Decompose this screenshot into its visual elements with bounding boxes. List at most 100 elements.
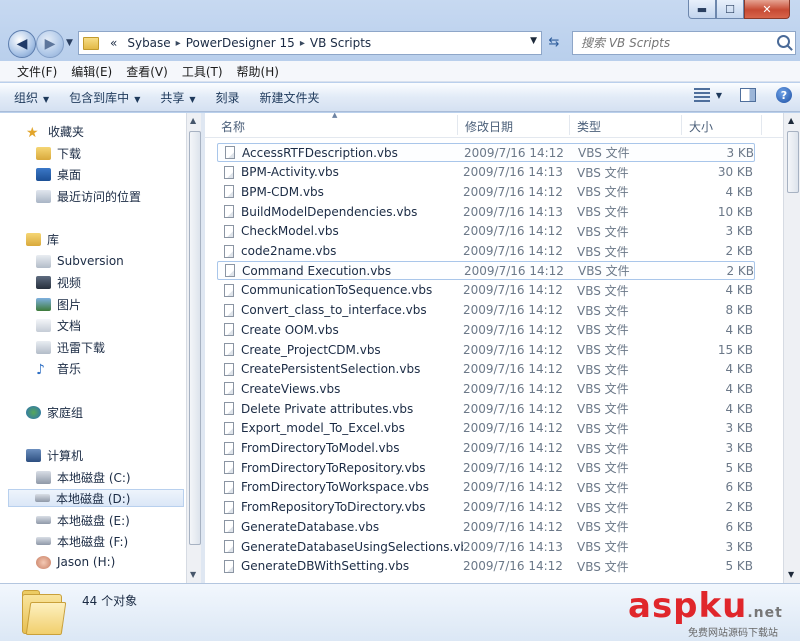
minimize-button[interactable]: ▬: [688, 0, 716, 19]
file-row[interactable]: CommunicationToSequence.vbs 2009/7/16 14:…: [217, 281, 755, 300]
view-controls: ▼ ?: [693, 87, 792, 103]
organize-button[interactable]: 组织 ▼: [14, 89, 49, 106]
recent-pages-dropdown[interactable]: ▼: [66, 38, 73, 48]
nav-item-drive-h[interactable]: Jason (H:): [36, 553, 115, 571]
nav-item-documents[interactable]: 文档: [36, 316, 81, 334]
file-row[interactable]: GenerateDatabase.vbs 2009/7/16 14:12 VBS 文…: [217, 517, 755, 536]
share-button[interactable]: 共享 ▼: [160, 89, 195, 106]
file-list: ▲ 名称 修改日期 类型 大小 AccessRTFDescription.vbs…: [205, 113, 783, 583]
menu-view[interactable]: 查看(V): [119, 63, 175, 80]
maximize-button[interactable]: ☐: [716, 0, 744, 19]
file-row[interactable]: CreateViews.vbs 2009/7/16 14:12 VBS 文件 4 KB: [217, 379, 755, 398]
column-divider[interactable]: [457, 115, 458, 135]
breadcrumb-overflow[interactable]: «: [105, 36, 122, 50]
file-row[interactable]: FromDirectoryToRepository.vbs 2009/7/16 1…: [217, 458, 755, 477]
file-row[interactable]: CreatePersistentSelection.vbs 2009/7/16 1…: [217, 360, 755, 379]
file-type: VBS 文件: [577, 224, 629, 239]
nav-item-drive-d[interactable]: 本地磁盘 (D:): [8, 489, 184, 507]
file-type: VBS 文件: [577, 540, 629, 554]
file-row[interactable]: AccessRTFDescription.vbs 2009/7/16 14:12 V…: [217, 143, 755, 162]
nav-item-music[interactable]: ♪ 音乐: [36, 359, 81, 378]
scroll-down-icon[interactable]: ▼: [788, 570, 794, 579]
address-bar[interactable]: « Sybase ▸ PowerDesigner 15 ▸ VB Scripts…: [78, 31, 542, 55]
column-divider[interactable]: [569, 115, 570, 135]
nav-item-thunder-downloads[interactable]: 迅雷下载: [36, 338, 105, 356]
file-row[interactable]: GenerateDatabaseUsingSelections.vbs 2009/…: [217, 537, 755, 556]
file-row[interactable]: Command Execution.vbs 2009/7/16 14:12 VBS …: [217, 261, 755, 281]
column-date[interactable]: 修改日期: [465, 118, 513, 135]
nav-item-drive-c[interactable]: 本地磁盘 (C:): [36, 468, 131, 486]
include-in-library-button[interactable]: 包含到库中 ▼: [69, 89, 140, 106]
scroll-down-icon[interactable]: ▼: [190, 570, 196, 579]
menu-edit[interactable]: 编辑(E): [64, 63, 119, 80]
chevron-down-icon[interactable]: ▼: [530, 36, 537, 46]
menu-help[interactable]: 帮助(H): [230, 63, 286, 80]
view-options-icon[interactable]: [693, 88, 710, 102]
breadcrumb-sybase[interactable]: Sybase: [122, 36, 175, 50]
menu-tools[interactable]: 工具(T): [175, 63, 230, 80]
new-folder-button[interactable]: 新建文件夹: [260, 89, 320, 106]
pictures-icon: [36, 297, 51, 311]
nav-item-drive-f[interactable]: 本地磁盘 (F:): [36, 532, 128, 550]
file-row[interactable]: GenerateDBWithSetting.vbs 2009/7/16 14:12…: [217, 557, 755, 576]
file-row[interactable]: BuildModelDependencies.vbs 2009/7/16 14:1…: [217, 202, 755, 221]
refresh-icon[interactable]: ⇆: [544, 31, 564, 53]
file-row[interactable]: Convert_class_to_interface.vbs 2009/7/16 …: [217, 301, 755, 320]
nav-homegroup[interactable]: 家庭组: [26, 403, 83, 421]
back-button[interactable]: ◀: [8, 30, 36, 58]
file-size: 3 KB: [725, 539, 753, 554]
column-type[interactable]: 类型: [577, 118, 601, 135]
file-row[interactable]: code2name.vbs 2009/7/16 14:12 VBS 文件 2 KB: [217, 242, 755, 261]
nav-scroll-thumb[interactable]: [189, 131, 201, 545]
breadcrumb-powerdesigner[interactable]: PowerDesigner 15: [181, 36, 300, 50]
menu-file[interactable]: 文件(F): [10, 63, 64, 80]
scroll-up-icon[interactable]: ▲: [190, 116, 196, 125]
file-row[interactable]: Export_model_To_Excel.vbs 2009/7/16 14:12…: [217, 419, 755, 438]
nav-item-recent[interactable]: 最近访问的位置: [36, 187, 141, 205]
file-list-scrollbar[interactable]: ▲ ▼: [783, 113, 800, 583]
file-type: VBS 文件: [577, 382, 629, 397]
search-icon[interactable]: [777, 35, 790, 48]
nav-scrollbar[interactable]: ▲ ▼: [186, 113, 202, 583]
nav-item-subversion[interactable]: Subversion: [36, 252, 124, 270]
file-name: FromDirectoryToModel.vbs: [241, 441, 400, 455]
file-row[interactable]: BPM-CDM.vbs 2009/7/16 14:12 VBS 文件 4 KB: [217, 182, 755, 201]
file-row[interactable]: CheckModel.vbs 2009/7/16 14:12 VBS 文件 3 KB: [217, 222, 755, 241]
chevron-down-icon[interactable]: ▼: [716, 91, 722, 100]
file-row[interactable]: Delete Private attributes.vbs 2009/7/16 1…: [217, 399, 755, 418]
column-size[interactable]: 大小: [689, 118, 713, 135]
nav-item-videos[interactable]: 视频: [36, 273, 81, 291]
nav-item-pictures[interactable]: 图片: [36, 295, 81, 313]
breadcrumb-vb-scripts[interactable]: VB Scripts: [305, 36, 376, 50]
nav-item-downloads[interactable]: 下载: [36, 144, 81, 162]
nav-item-desktop[interactable]: 桌面: [36, 165, 81, 183]
script-file-icon: [224, 461, 234, 475]
nav-computer[interactable]: 计算机: [26, 446, 83, 464]
nav-item-drive-e[interactable]: 本地磁盘 (E:): [36, 511, 130, 529]
file-row[interactable]: BPM-Activity.vbs 2009/7/16 14:13 VBS 文件 30 …: [217, 163, 755, 182]
nav-favorites[interactable]: ★ 收藏夹: [26, 122, 84, 141]
help-icon[interactable]: ?: [776, 87, 792, 103]
burn-button[interactable]: 刻录: [216, 89, 240, 106]
nav-label: 计算机: [47, 448, 84, 463]
column-divider[interactable]: [681, 115, 682, 135]
search-input[interactable]: [579, 35, 773, 51]
forward-button[interactable]: ▶: [36, 30, 64, 58]
scroll-up-icon[interactable]: ▲: [788, 116, 794, 125]
file-row[interactable]: FromDirectoryToWorkspace.vbs 2009/7/16 14…: [217, 478, 755, 497]
file-row[interactable]: Create_ProjectCDM.vbs 2009/7/16 14:12 VBS …: [217, 340, 755, 359]
file-row[interactable]: Create OOM.vbs 2009/7/16 14:12 VBS 文件 4 KB: [217, 320, 755, 339]
file-row[interactable]: FromDirectoryToModel.vbs 2009/7/16 14:12 V…: [217, 439, 755, 458]
preview-pane-icon[interactable]: [740, 88, 756, 102]
column-name[interactable]: 名称: [221, 118, 245, 135]
close-button[interactable]: ✕: [744, 0, 790, 19]
file-date: 2009/7/16 14:12: [463, 559, 563, 574]
file-row[interactable]: FromRepositoryToDirectory.vbs 2009/7/16 1…: [217, 498, 755, 517]
folder-icon: [36, 340, 51, 354]
nav-libraries[interactable]: 库: [26, 230, 59, 248]
file-list-scroll-thumb[interactable]: [787, 131, 799, 193]
column-divider[interactable]: [761, 115, 762, 135]
script-file-icon: [224, 402, 234, 416]
file-date: 2009/7/16 14:12: [463, 401, 563, 416]
search-box[interactable]: [572, 31, 796, 55]
